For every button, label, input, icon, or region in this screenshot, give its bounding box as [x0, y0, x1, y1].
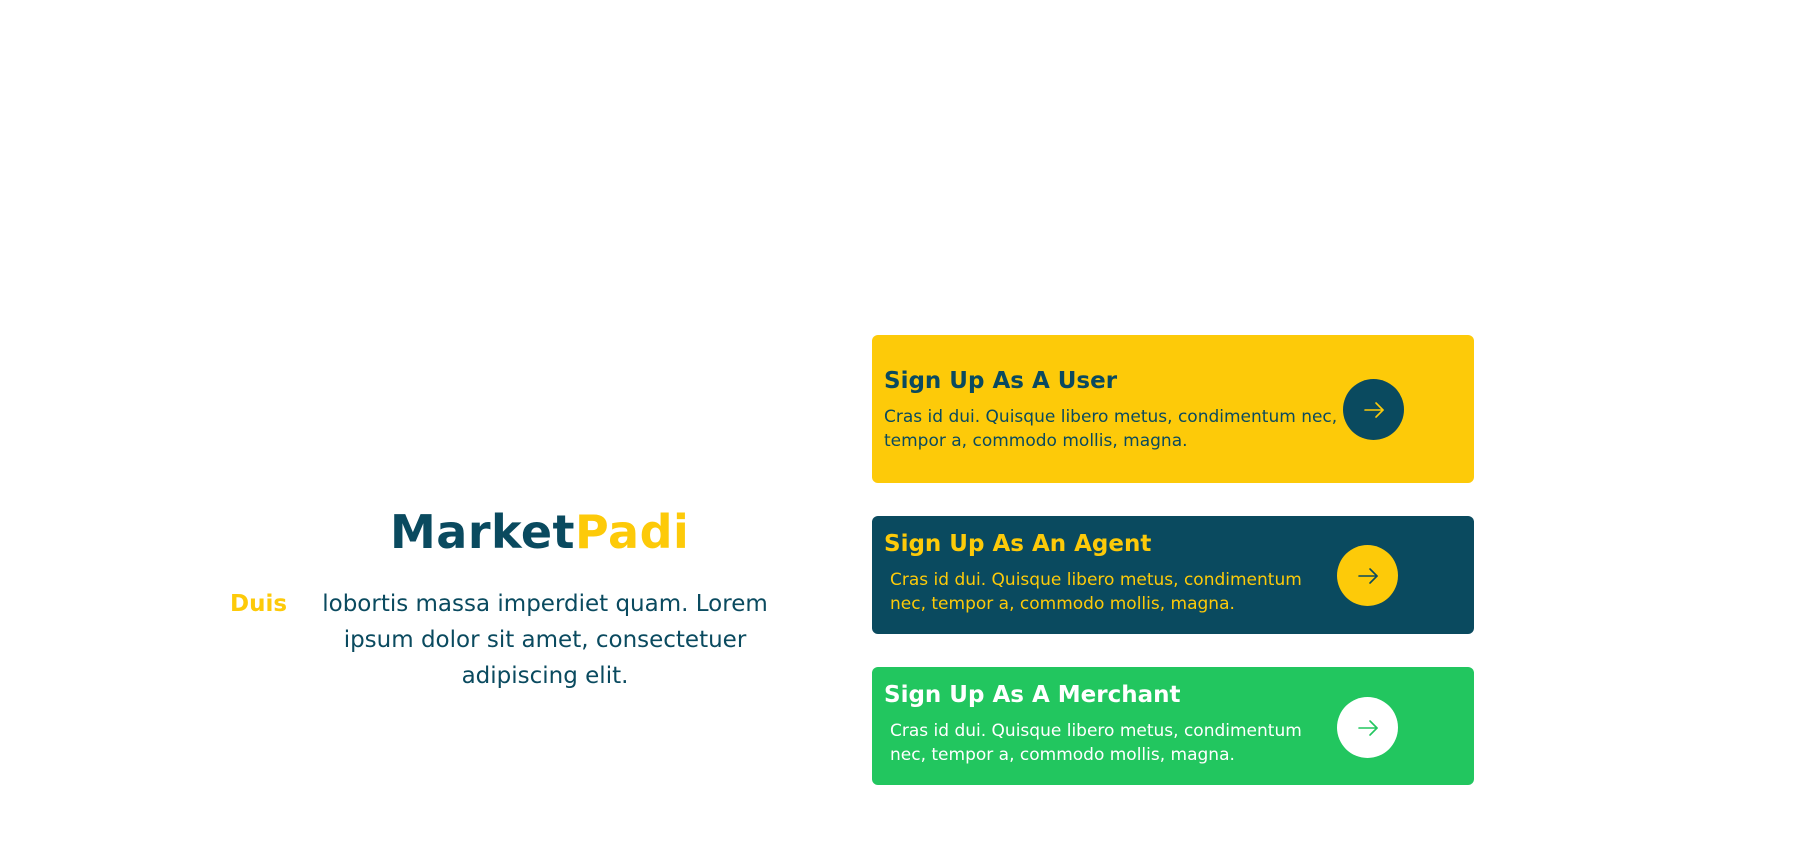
card-description: Cras id dui. Quisque libero metus, condi…	[890, 721, 1302, 765]
card-description: Cras id dui. Quisque libero metus, condi…	[890, 570, 1302, 614]
arrow-right-icon	[1357, 719, 1378, 736]
arrow-right-icon	[1357, 567, 1378, 584]
signup-merchant-arrow-button[interactable]	[1337, 697, 1398, 758]
brand-name-part2: Padi	[575, 505, 690, 559]
tagline-highlight: Duis	[230, 591, 288, 617]
signup-page: MarketPadi Duis lobortis massa imperdiet…	[0, 0, 1795, 868]
signup-agent-arrow-button[interactable]	[1337, 545, 1398, 606]
brand-name-part1: Market	[390, 505, 576, 559]
card-title: Sign Up As An Agent	[884, 531, 1152, 557]
signup-agent-card[interactable]: Sign Up As An Agent Cras id dui. Quisque…	[872, 516, 1474, 634]
card-title: Sign Up As A Merchant	[884, 682, 1181, 708]
card-description: Cras id dui. Quisque libero metus, condi…	[884, 407, 1338, 451]
signup-user-arrow-button[interactable]	[1343, 379, 1404, 440]
tagline-text: lobortis massa imperdiet quam. Lorem ips…	[322, 591, 768, 689]
signup-user-card[interactable]: Sign Up As A User Cras id dui. Quisque l…	[872, 335, 1474, 483]
arrow-right-icon	[1363, 401, 1384, 418]
signup-merchant-card[interactable]: Sign Up As A Merchant Cras id dui. Quisq…	[872, 667, 1474, 785]
card-title: Sign Up As A User	[884, 368, 1118, 394]
brand-logo: MarketPadi	[390, 502, 689, 562]
